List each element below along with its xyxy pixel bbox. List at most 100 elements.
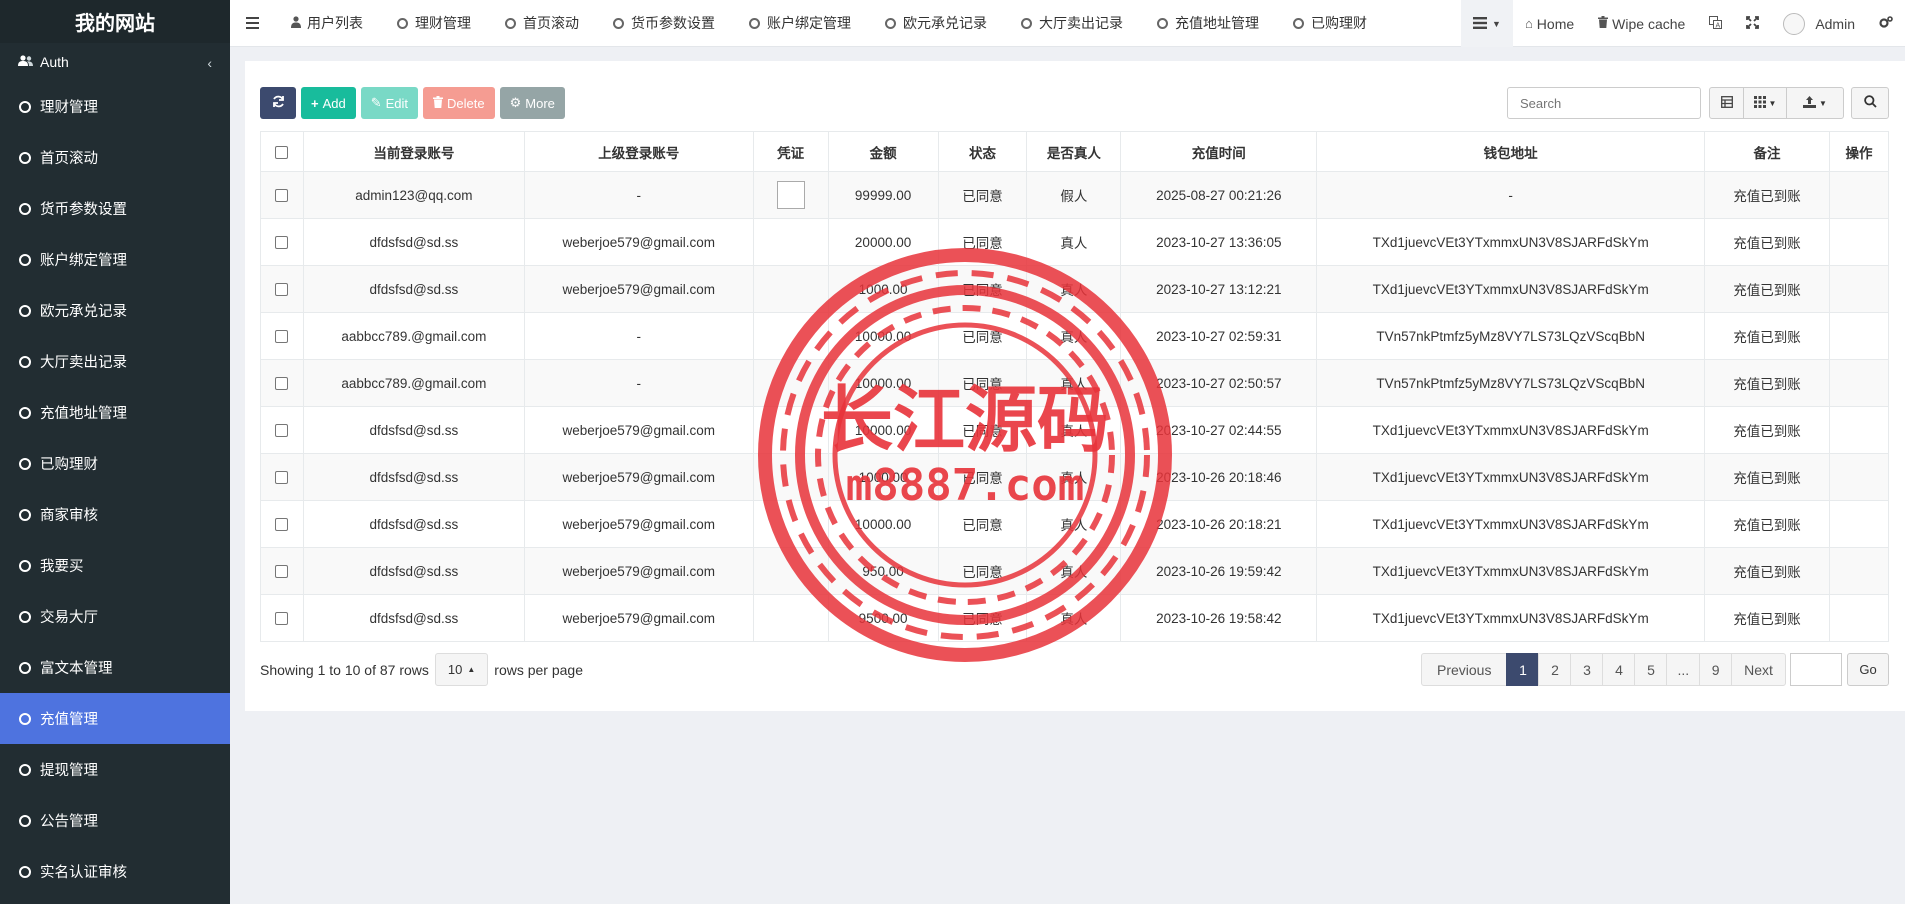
nav-tab[interactable]: 货币参数设置 [596,0,732,47]
toggle-view-button[interactable] [1709,87,1744,119]
col-wallet-address[interactable]: 钱包地址 [1316,131,1706,172]
nav-tab[interactable]: 首页滚动 [488,0,596,47]
wipe-cache-button[interactable]: Wipe cache [1586,0,1697,47]
nav-tab[interactable]: 账户绑定管理 [732,0,868,47]
remark-cell: 充值已到账 [1704,218,1830,266]
table-row[interactable]: dfdsfsd@sd.ss weberjoe579@gmail.com 1000.0… [260,265,1890,313]
search-button[interactable] [1851,87,1889,119]
next-page-button[interactable]: Next [1731,653,1786,686]
columns-button[interactable]: ▼ [1743,87,1787,119]
nav-list-dropdown[interactable]: ▼ [1461,0,1513,47]
row-checkbox[interactable] [275,612,289,626]
actions-cell [1828,547,1890,595]
sidebar-item[interactable]: 充值地址管理 [0,387,230,438]
row-checkbox[interactable] [275,377,289,391]
table-row[interactable]: dfdsfsd@sd.ss weberjoe579@gmail.com 10000.… [260,500,1890,548]
col-parent-account[interactable]: 上级登录账号 [523,131,754,172]
row-checkbox[interactable] [275,424,289,438]
row-checkbox[interactable] [275,565,289,579]
sidebar-item[interactable]: 理财管理 [0,81,230,132]
nav-tab[interactable]: 充值地址管理 [1140,0,1276,47]
menu-toggle-icon[interactable] [230,0,274,47]
home-link[interactable]: ⌂ Home [1513,0,1586,47]
sidebar-auth-group[interactable]: Auth ‹ [0,43,230,81]
nav-tab[interactable]: 欧元承兑记录 [868,0,1004,47]
page-number-button[interactable]: 9 [1699,653,1733,686]
nav-tab[interactable]: 已购理财 [1276,0,1384,47]
row-select-cell [260,453,304,501]
sidebar-item[interactable]: 账户绑定管理 [0,234,230,285]
col-actions[interactable]: 操作 [1828,131,1890,172]
row-checkbox[interactable] [275,236,289,250]
col-proof[interactable]: 凭证 [752,131,829,172]
row-checkbox[interactable] [275,518,289,532]
proof-cell [752,265,829,313]
page-number-button[interactable]: 1 [1506,653,1540,686]
refresh-button[interactable] [260,87,296,119]
sidebar-item[interactable]: 商家审核 [0,489,230,540]
table-row[interactable]: dfdsfsd@sd.ss weberjoe579@gmail.com 950.00… [260,547,1890,595]
sidebar-item[interactable]: 首页滚动 [0,132,230,183]
sidebar-item[interactable]: 公告管理 [0,795,230,846]
settings-toggle[interactable] [1867,0,1905,47]
edit-button[interactable]: ✎ Edit [360,87,419,119]
search-input[interactable] [1507,87,1701,119]
sidebar-item[interactable]: 实名认证审核 [0,846,230,897]
goto-page-button[interactable]: Go [1847,653,1889,686]
table-row[interactable]: dfdsfsd@sd.ss weberjoe579@gmail.com 20000.… [260,218,1890,266]
row-checkbox[interactable] [275,330,289,344]
chevron-left-icon[interactable]: ‹ [207,55,212,71]
sidebar-item[interactable]: 提现管理 [0,744,230,795]
table-row[interactable]: aabbcc789.@gmail.com - 10000.00 已同意 真人 2023-1… [260,312,1890,360]
sidebar-item[interactable]: 富文本管理 [0,642,230,693]
table-row[interactable]: aabbcc789.@gmail.com - 10000.00 已同意 真人 2023-1… [260,359,1890,407]
select-all-checkbox[interactable] [275,145,289,159]
col-account[interactable]: 当前登录账号 [302,131,525,172]
table-row[interactable]: dfdsfsd@sd.ss weberjoe579@gmail.com 1000.0… [260,453,1890,501]
admin-profile[interactable]: Admin [1771,0,1867,47]
grid-icon [1753,95,1766,111]
page-number-button[interactable]: 4 [1602,653,1636,686]
table-row[interactable]: dfdsfsd@sd.ss weberjoe579@gmail.com 10000.… [260,406,1890,454]
page-number-button[interactable]: 3 [1570,653,1604,686]
sidebar-item[interactable]: 货币参数设置 [0,183,230,234]
page-size-select[interactable]: 10 ▲ [434,653,489,686]
previous-page-button[interactable]: Previous [1421,653,1508,686]
sidebar-item[interactable]: 我要买 [0,540,230,591]
col-status[interactable]: 状态 [937,131,1028,172]
site-brand[interactable]: 我的网站 [0,0,230,43]
col-amount[interactable]: 金额 [827,131,939,172]
sidebar-item[interactable]: 大厅卖出记录 [0,336,230,387]
tab-label: 货币参数设置 [631,15,715,31]
status-cell: 已同意 [937,171,1028,219]
sidebar-item[interactable]: 已购理财 [0,438,230,489]
table-row[interactable]: admin123@qq.com -99999.00 已同意 假人 2025-08-27 … [260,171,1890,219]
sidebar-item[interactable]: 充值管理 [0,693,230,744]
row-checkbox[interactable] [275,283,289,297]
parent-account-cell: weberjoe579@gmail.com [523,406,754,454]
table-row[interactable]: dfdsfsd@sd.ss weberjoe579@gmail.com 9500.0… [260,594,1890,642]
delete-button[interactable]: Delete [423,87,495,119]
tab-label: 账户绑定管理 [767,15,851,31]
more-button[interactable]: ⚙ More [499,87,565,119]
circle-icon [1021,17,1032,29]
col-remark[interactable]: 备注 [1704,131,1830,172]
nav-tab[interactable]: 理财管理 [380,0,488,47]
col-is-real[interactable]: 是否真人 [1026,131,1122,172]
add-button[interactable]: + Add [301,87,356,119]
proof-image[interactable] [776,181,805,209]
language-toggle[interactable]: A [1697,0,1734,47]
proof-cell [752,406,829,454]
sidebar-item[interactable]: 欧元承兑记录 [0,285,230,336]
goto-page-input[interactable] [1790,653,1842,686]
page-number-button[interactable]: 5 [1634,653,1668,686]
export-button[interactable]: ▼ [1786,87,1844,119]
sidebar-item[interactable]: 交易大厅 [0,591,230,642]
col-recharge-time[interactable]: 充值时间 [1120,131,1318,172]
tab-user-list[interactable]: 用户列表 [274,0,380,47]
row-checkbox[interactable] [275,471,289,485]
nav-tab[interactable]: 大厅卖出记录 [1004,0,1140,47]
page-number-button[interactable]: 2 [1538,653,1572,686]
fullscreen-toggle[interactable] [1734,0,1771,47]
row-checkbox[interactable] [275,189,289,203]
